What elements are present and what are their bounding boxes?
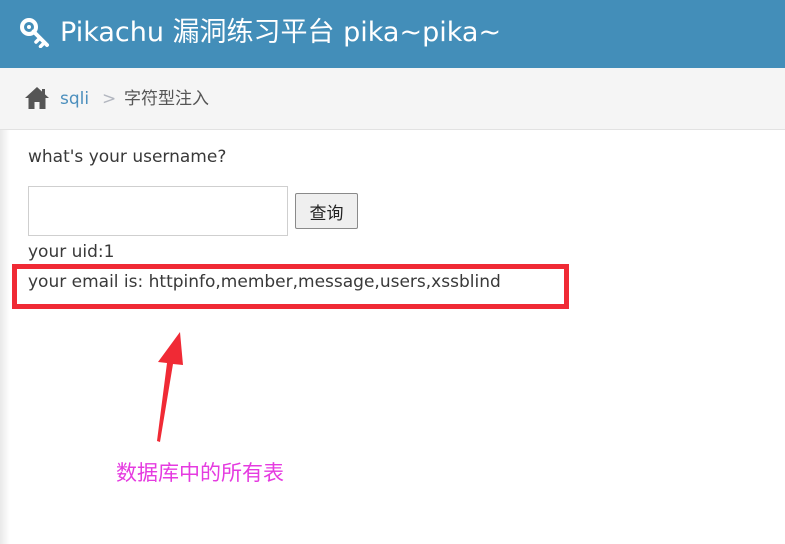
query-button[interactable]: 查询 [295, 193, 358, 229]
breadcrumb-link-sqli[interactable]: sqli [60, 86, 89, 112]
page-left-shadow [0, 130, 10, 544]
annotation-text: 数据库中的所有表 [116, 461, 284, 485]
username-input[interactable] [28, 186, 288, 236]
highlight-box [12, 264, 569, 309]
annotation-arrow-icon [157, 332, 183, 442]
breadcrumb-current: 字符型注入 [124, 89, 209, 109]
breadcrumb [0, 68, 785, 130]
home-icon[interactable] [24, 86, 50, 110]
key-icon [20, 18, 49, 48]
top-navbar: Pikachu 漏洞练习平台 pika~pika~ [0, 0, 785, 68]
breadcrumb-separator: > [102, 89, 117, 109]
app-title[interactable]: Pikachu 漏洞练习平台 pika~pika~ [60, 13, 501, 53]
username-question: what's your username? [28, 147, 227, 167]
result-uid: your uid:1 [28, 242, 115, 262]
